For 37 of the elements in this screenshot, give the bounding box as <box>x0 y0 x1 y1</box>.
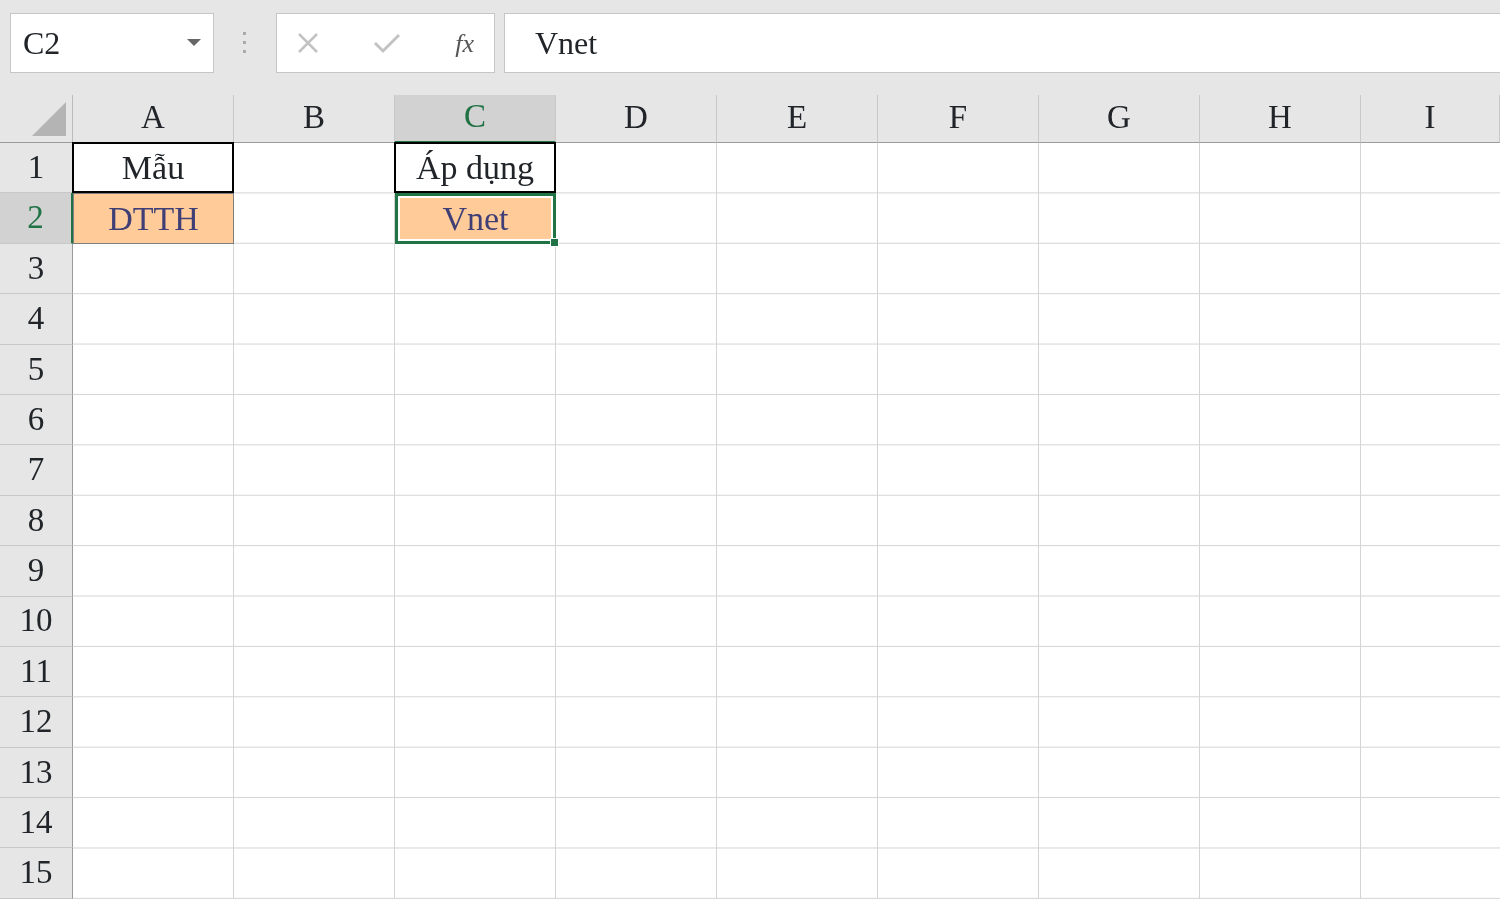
column-header[interactable]: A <box>73 95 234 143</box>
column-header[interactable]: I <box>1361 95 1500 143</box>
row-header[interactable]: 10 <box>0 596 73 647</box>
row-header[interactable]: 8 <box>0 495 73 547</box>
formula-field[interactable]: Vnet <box>504 13 1500 73</box>
row-header[interactable]: 9 <box>0 546 73 597</box>
row-header[interactable]: 1 <box>0 143 73 194</box>
column-header[interactable]: B <box>234 95 395 143</box>
row-header[interactable]: 15 <box>0 848 73 899</box>
table-cell[interactable]: DTTH <box>73 193 234 244</box>
close-icon[interactable] <box>297 32 319 54</box>
drag-handle-icon[interactable] <box>243 32 247 54</box>
row-header[interactable]: 4 <box>0 294 73 345</box>
row-header[interactable]: 3 <box>0 243 73 295</box>
dropdown-arrow-icon[interactable] <box>187 39 201 47</box>
row-header[interactable]: 6 <box>0 394 73 446</box>
column-header[interactable]: G <box>1039 95 1200 143</box>
row-header[interactable]: 12 <box>0 697 73 748</box>
table-cell[interactable]: Vnet <box>395 193 556 244</box>
name-box[interactable]: C2 <box>10 13 214 73</box>
checkmark-icon[interactable] <box>373 32 402 54</box>
row-header[interactable]: 5 <box>0 344 73 395</box>
column-header[interactable]: E <box>717 95 878 143</box>
table-cell[interactable]: Áp dụng <box>394 142 556 194</box>
row-header[interactable]: 13 <box>0 747 73 799</box>
column-header[interactable]: C <box>395 95 556 143</box>
row-header[interactable]: 2 <box>0 193 73 244</box>
column-header[interactable]: H <box>1200 95 1361 143</box>
fill-handle[interactable] <box>550 237 559 247</box>
select-all-icon[interactable] <box>32 102 66 136</box>
row-header[interactable]: 14 <box>0 798 73 849</box>
insert-function-button[interactable]: fx <box>455 23 474 63</box>
table-cell[interactable]: Mẫu <box>72 142 234 194</box>
row-header[interactable]: 7 <box>0 445 73 496</box>
row-header[interactable]: 11 <box>0 646 73 698</box>
column-header[interactable]: D <box>556 95 717 143</box>
column-header[interactable]: F <box>878 95 1039 143</box>
